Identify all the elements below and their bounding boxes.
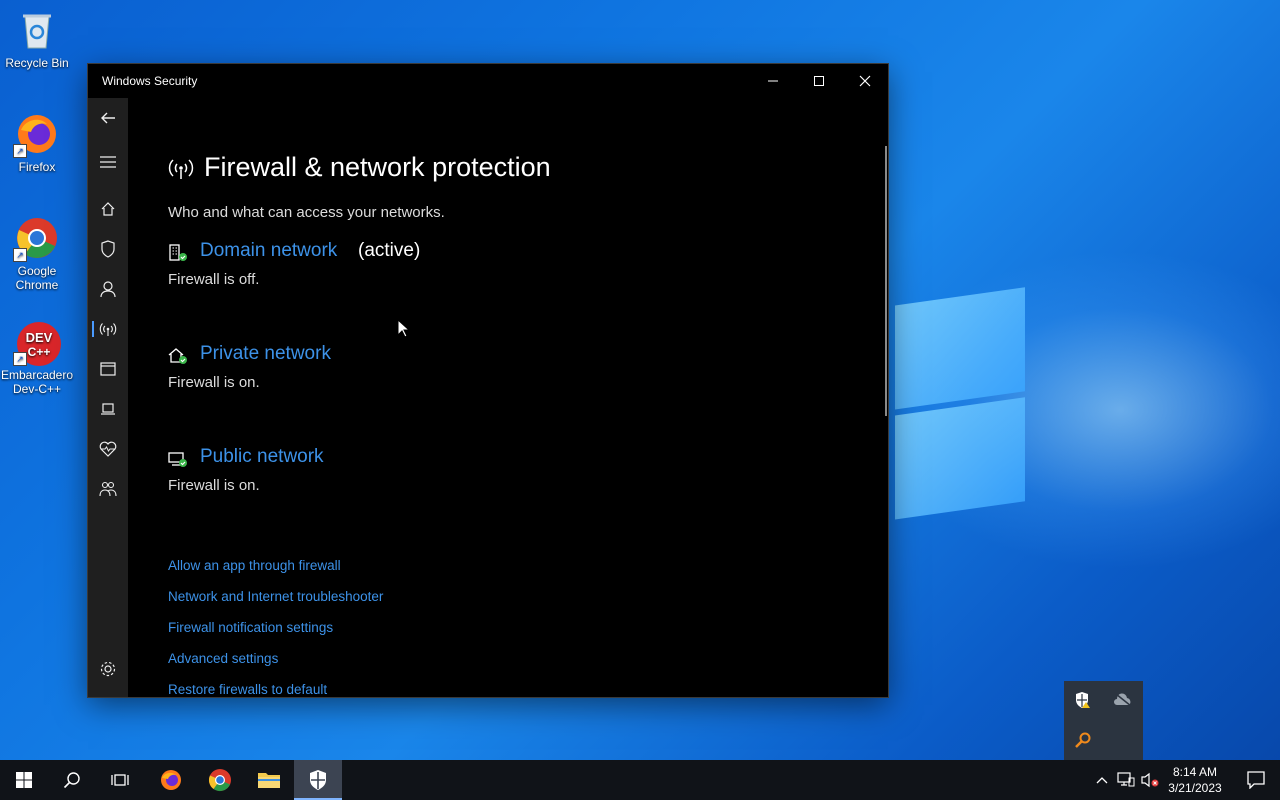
sidebar-item-app-browser[interactable] xyxy=(88,349,128,389)
onedrive-offline-icon[interactable] xyxy=(1111,688,1135,712)
chrome-icon: ↗ xyxy=(13,216,59,262)
sidebar-item-home[interactable] xyxy=(88,189,128,229)
mouse-cursor-icon xyxy=(397,319,409,338)
network-troubleshooter-link[interactable]: Network and Internet troubleshooter xyxy=(168,589,383,604)
menu-icon xyxy=(100,156,116,168)
taskbar-firefox[interactable] xyxy=(147,760,195,800)
chrome-icon xyxy=(208,769,231,792)
allow-app-through-firewall-link[interactable]: Allow an app through firewall xyxy=(168,558,341,573)
taskbar-chrome[interactable] xyxy=(196,760,244,800)
desktop-icon-firefox[interactable]: ↗ Firefox xyxy=(0,112,74,174)
firewall-header-icon xyxy=(168,158,194,185)
close-icon xyxy=(859,75,871,87)
windows-logo-icon xyxy=(16,772,32,788)
home-icon xyxy=(101,202,115,216)
desktop-icon-label: Recycle Bin xyxy=(5,56,69,70)
device-icon xyxy=(101,403,115,415)
sidebar-item-virus-protection[interactable] xyxy=(88,229,128,269)
shield-icon xyxy=(101,240,115,258)
desktop-icon-label: Google Chrome xyxy=(15,264,59,292)
search-tool-tray-icon[interactable] xyxy=(1071,728,1095,752)
search-button[interactable] xyxy=(48,760,96,800)
taskbar-file-explorer[interactable] xyxy=(245,760,293,800)
content-scrollbar[interactable] xyxy=(885,146,887,416)
sidebar-item-account[interactable] xyxy=(88,269,128,309)
clock[interactable]: 8:14 AM 3/21/2023 xyxy=(1162,764,1228,796)
private-network-icon xyxy=(168,347,188,370)
public-network-status: Firewall is on. xyxy=(168,477,260,494)
chevron-up-icon xyxy=(1096,777,1108,784)
svg-text:C++: C++ xyxy=(28,345,51,359)
wallpaper-windows-logo xyxy=(895,273,1030,532)
minimize-icon xyxy=(768,80,778,82)
folder-icon xyxy=(258,773,280,788)
notification-icon xyxy=(1247,771,1265,789)
desktop-icon-label: Firefox xyxy=(18,160,56,174)
sidebar-item-firewall[interactable] xyxy=(88,309,128,349)
volume-muted-icon xyxy=(1141,772,1159,788)
desktop-icon-recycle-bin[interactable]: Recycle Bin xyxy=(0,8,74,70)
firewall-icon xyxy=(99,323,117,336)
task-view-button[interactable] xyxy=(96,760,144,800)
sidebar-item-family-options[interactable] xyxy=(88,469,128,509)
taskbar: 8:14 AM 3/21/2023 xyxy=(0,760,1280,800)
action-center-button[interactable] xyxy=(1232,760,1280,800)
account-icon xyxy=(100,281,116,298)
desktop-icon-label: Embarcadero Dev-C++ xyxy=(0,368,74,396)
windows-security-window: Windows Security Firewall & network prot… xyxy=(88,64,888,697)
domain-network-link[interactable]: Domain network xyxy=(200,240,337,262)
title-bar[interactable]: Windows Security xyxy=(88,64,888,98)
main-content: Firewall & network protection Who and wh… xyxy=(128,98,888,697)
shield-icon xyxy=(310,770,326,790)
show-hidden-icons-button[interactable] xyxy=(1090,760,1114,800)
devcpp-icon: DEV C++ ↗ xyxy=(13,320,61,366)
firefox-icon: ↗ xyxy=(13,112,59,158)
public-network-link[interactable]: Public network xyxy=(200,446,324,468)
domain-network-active-badge: (active) xyxy=(358,240,421,261)
domain-network-status: Firewall is off. xyxy=(168,271,260,288)
windows-security-tray-icon[interactable] xyxy=(1071,688,1095,712)
window-title: Windows Security xyxy=(102,74,198,88)
maximize-button[interactable] xyxy=(796,64,842,98)
sidebar-item-device-health[interactable] xyxy=(88,429,128,469)
page-title: Firewall & network protection xyxy=(204,152,551,182)
family-icon xyxy=(99,481,117,497)
sidebar-nav xyxy=(88,98,128,697)
clock-time: 8:14 AM xyxy=(1172,765,1218,779)
start-button[interactable] xyxy=(0,760,48,800)
back-button[interactable] xyxy=(88,98,128,138)
maximize-icon xyxy=(814,76,824,86)
network-icon xyxy=(1117,772,1135,787)
volume-tray-icon[interactable] xyxy=(1138,760,1162,800)
desktop-icon-devcpp[interactable]: DEV C++ ↗ Embarcadero Dev-C++ xyxy=(0,320,74,396)
sidebar-item-settings[interactable] xyxy=(88,649,128,689)
domain-network-icon xyxy=(168,244,188,267)
taskbar-windows-security[interactable] xyxy=(294,760,342,800)
minimize-button[interactable] xyxy=(750,64,796,98)
advanced-settings-link[interactable]: Advanced settings xyxy=(168,651,278,666)
task-view-icon xyxy=(111,774,129,786)
firefox-icon xyxy=(161,770,181,790)
desktop-icon-chrome[interactable]: ↗ Google Chrome xyxy=(0,216,74,292)
settings-icon xyxy=(100,661,116,677)
svg-text:DEV: DEV xyxy=(26,330,53,345)
back-icon xyxy=(101,112,115,124)
firewall-notification-settings-link[interactable]: Firewall notification settings xyxy=(168,620,333,635)
close-button[interactable] xyxy=(842,64,888,98)
clock-date: 3/21/2023 xyxy=(1168,781,1222,795)
tray-overflow-popup xyxy=(1064,681,1143,760)
menu-button[interactable] xyxy=(88,142,128,182)
restore-firewalls-default-link[interactable]: Restore firewalls to default xyxy=(168,682,327,697)
private-network-status: Firewall is on. xyxy=(168,374,260,391)
page-subtitle: Who and what can access your networks. xyxy=(168,204,445,221)
private-network-link[interactable]: Private network xyxy=(200,343,331,365)
public-network-icon xyxy=(168,450,188,473)
recycle-bin-icon xyxy=(15,8,59,52)
search-icon xyxy=(63,772,80,789)
sidebar-item-device-security[interactable] xyxy=(88,389,128,429)
health-icon xyxy=(99,441,117,457)
network-tray-icon[interactable] xyxy=(1114,760,1138,800)
app-browser-icon xyxy=(100,362,116,376)
